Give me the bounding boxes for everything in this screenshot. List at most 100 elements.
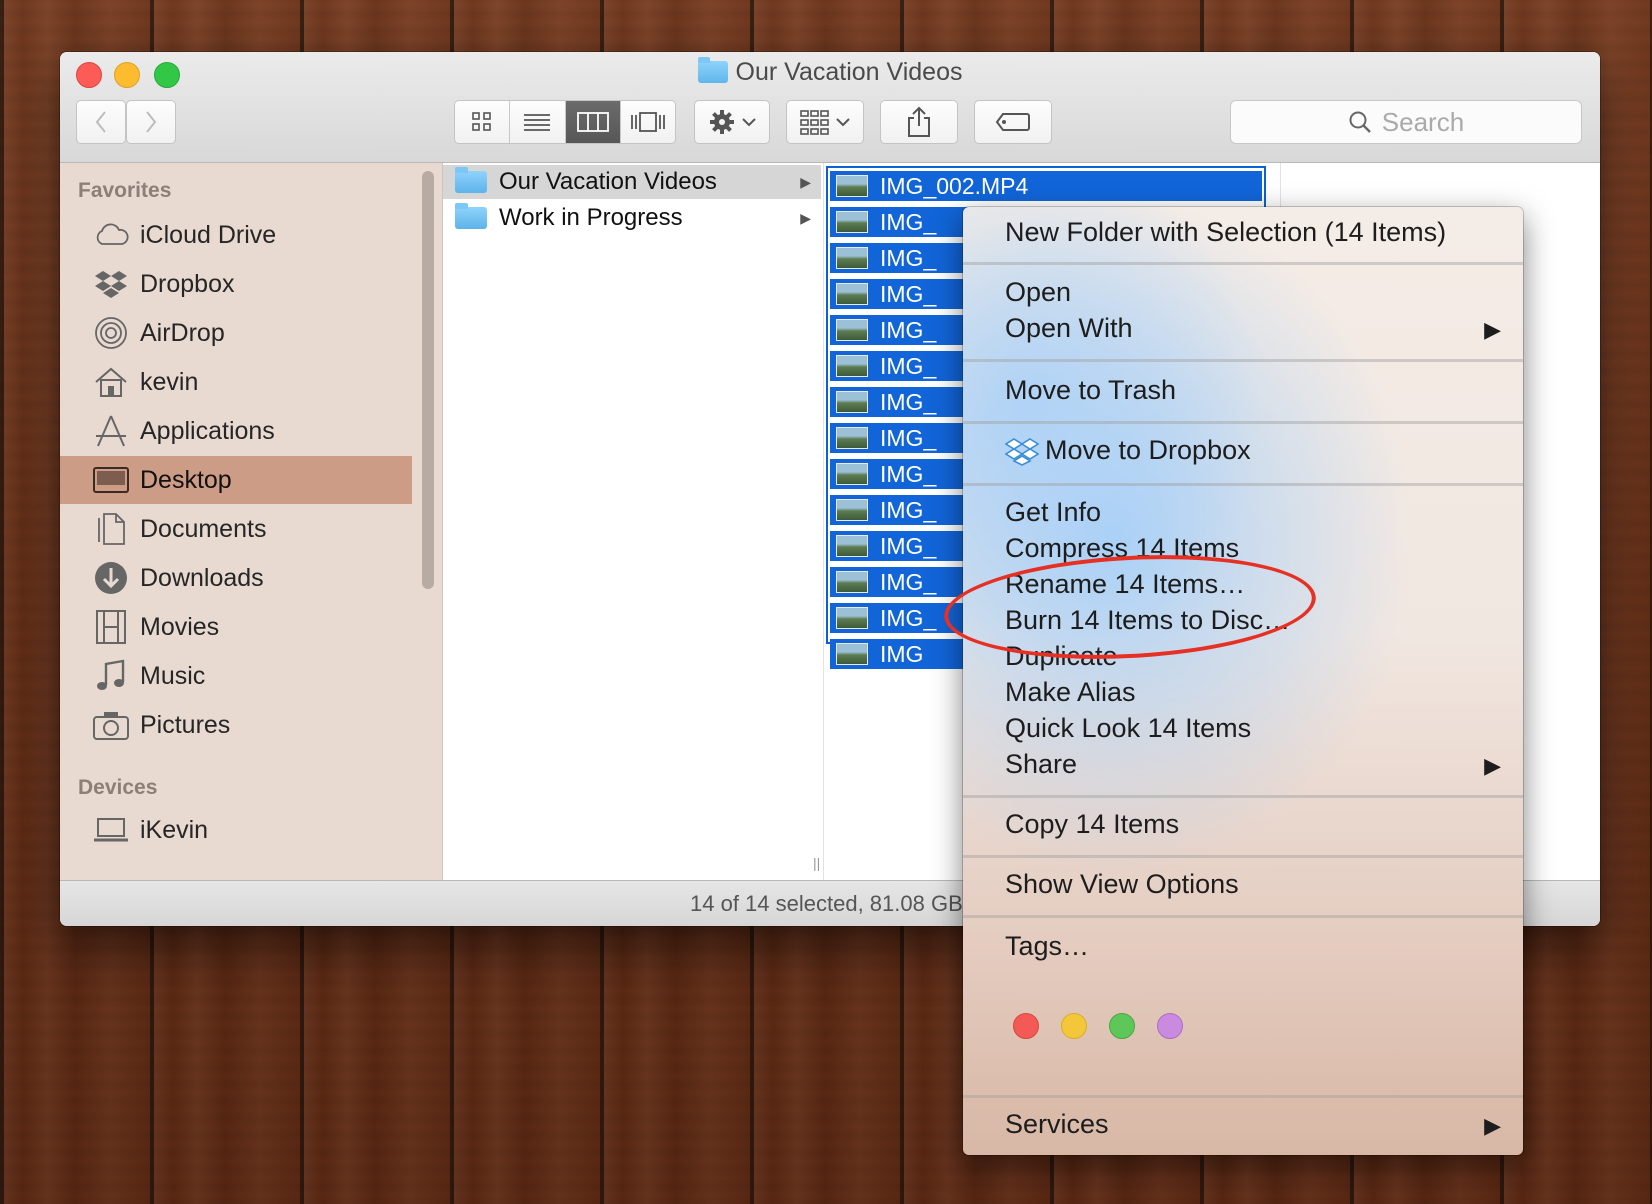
tag-green[interactable]	[1109, 1013, 1135, 1039]
column-row-label: Work in Progress	[499, 204, 683, 231]
video-thumbnail-icon	[836, 499, 868, 521]
menu-item-copy[interactable]: Copy 14 Items	[1005, 809, 1179, 840]
sidebar-item-desktop[interactable]: Desktop	[60, 456, 412, 504]
column-row-our-vacation-videos[interactable]: Our Vacation Videos ▶	[443, 165, 821, 199]
search-field[interactable]: Search	[1230, 100, 1582, 144]
file-name: IMG_	[880, 568, 937, 595]
tags-button[interactable]	[974, 100, 1052, 144]
file-name: IMG_	[880, 208, 937, 235]
sidebar-item-downloads[interactable]: Downloads	[60, 554, 412, 602]
submenu-arrow-icon: ▶	[1484, 753, 1501, 778]
action-menu-button[interactable]	[694, 100, 770, 144]
status-text: 14 of 14 selected, 81.08 GB ava	[690, 890, 1005, 916]
cover-flow-button[interactable]	[620, 101, 675, 143]
sidebar-item-airdrop[interactable]: AirDrop	[60, 309, 412, 357]
icon-view-button[interactable]	[455, 101, 511, 143]
music-icon	[92, 659, 130, 693]
sidebar-item-icloud-drive[interactable]: iCloud Drive	[60, 211, 412, 259]
favorites-header: Favorites	[78, 179, 172, 202]
chevron-down-icon	[742, 118, 756, 127]
sidebar-item-label: kevin	[140, 367, 199, 396]
menu-item-move-to-trash[interactable]: Move to Trash	[1005, 375, 1176, 406]
gear-icon	[710, 110, 734, 134]
folder-icon	[455, 167, 487, 193]
sidebar: Favorites iCloud Drive Dropbox AirDrop k…	[60, 163, 443, 881]
menu-item-make-alias[interactable]: Make Alias	[1005, 677, 1136, 708]
list-view-button[interactable]	[510, 101, 566, 143]
menu-separator	[963, 483, 1523, 486]
sidebar-item-dropbox[interactable]: Dropbox	[60, 260, 412, 308]
menu-item-services[interactable]: Services	[1005, 1109, 1109, 1140]
sidebar-item-label: Applications	[140, 416, 275, 445]
window-title-text: Our Vacation Videos	[735, 58, 963, 86]
sidebar-scrollbar[interactable]	[422, 171, 434, 589]
file-row[interactable]: IMG_002.MP4	[830, 171, 1262, 201]
file-name: IMG_	[880, 496, 937, 523]
menu-separator	[963, 1095, 1523, 1098]
toolbar: Our Vacation Videos Search	[60, 52, 1600, 163]
sidebar-item-applications[interactable]: Applications	[60, 407, 412, 455]
window-title: Our Vacation Videos	[60, 57, 1600, 87]
sidebar-item-kevin[interactable]: kevin	[60, 358, 412, 406]
disclosure-arrow-icon: ▶	[800, 209, 811, 226]
column-row-label: Our Vacation Videos	[499, 168, 717, 195]
sidebar-item-movies[interactable]: Movies	[60, 603, 412, 651]
laptop-icon	[92, 813, 130, 847]
cloud-icon	[92, 218, 130, 252]
home-icon	[92, 365, 130, 399]
sidebar-item-label: Desktop	[140, 465, 232, 494]
share-button[interactable]	[880, 100, 958, 144]
chevron-down-icon	[836, 118, 850, 127]
menu-item-get-info[interactable]: Get Info	[1005, 497, 1101, 528]
sidebar-item-label: Pictures	[140, 710, 231, 739]
column-view-button[interactable]	[565, 101, 621, 143]
video-thumbnail-icon	[836, 571, 868, 593]
back-button[interactable]	[76, 100, 126, 144]
documents-icon	[92, 512, 130, 546]
sidebar-item-documents[interactable]: Documents	[60, 505, 412, 553]
menu-item-show-view-options[interactable]: Show View Options	[1005, 869, 1239, 900]
sidebar-item-music[interactable]: Music	[60, 652, 412, 700]
column-row-work-in-progress[interactable]: Work in Progress ▶	[443, 201, 821, 235]
search-placeholder: Search	[1381, 106, 1465, 137]
chevron-left-icon	[95, 111, 106, 133]
file-name: IMG_	[880, 532, 937, 559]
submenu-arrow-icon: ▶	[1484, 1113, 1501, 1138]
video-thumbnail-icon	[836, 643, 868, 665]
menu-separator	[963, 795, 1523, 798]
folder-column: Our Vacation Videos ▶ Work in Progress ▶…	[443, 163, 824, 881]
file-name: IMG_	[880, 244, 937, 271]
tag-yellow[interactable]	[1061, 1013, 1087, 1039]
menu-item-share[interactable]: Share	[1005, 749, 1077, 780]
chevron-right-icon	[146, 111, 157, 133]
menu-item-open-with[interactable]: Open With	[1005, 313, 1133, 344]
sidebar-item-ikevin[interactable]: iKevin	[60, 806, 412, 854]
video-thumbnail-icon	[836, 535, 868, 557]
file-name: IMG_	[880, 424, 937, 451]
sidebar-item-label: iKevin	[140, 815, 209, 844]
tag-icon	[995, 113, 1030, 131]
column-resize-handle[interactable]: ||	[813, 855, 820, 871]
menu-item-move-to-dropbox[interactable]: Move to Dropbox	[1005, 435, 1251, 466]
menu-item-new-folder-with-selection[interactable]: New Folder with Selection (14 Items)	[1005, 217, 1446, 248]
disclosure-arrow-icon: ▶	[800, 173, 811, 190]
video-thumbnail-icon	[836, 355, 868, 377]
file-name: IMG_	[880, 604, 937, 631]
desktop-icon	[92, 463, 130, 497]
video-thumbnail-icon	[836, 283, 868, 305]
menu-item-tags[interactable]: Tags…	[1005, 931, 1089, 962]
tag-purple[interactable]	[1157, 1013, 1183, 1039]
tag-red[interactable]	[1013, 1013, 1039, 1039]
arrange-button[interactable]	[786, 100, 864, 144]
sidebar-item-pictures[interactable]: Pictures	[60, 701, 412, 749]
menu-item-open[interactable]: Open	[1005, 277, 1071, 308]
file-name: IMG_002.MP4	[880, 172, 1029, 199]
file-name: IMG_	[880, 460, 937, 487]
sidebar-item-label: iCloud Drive	[140, 220, 277, 249]
video-thumbnail-icon	[836, 463, 868, 485]
menu-item-quick-look[interactable]: Quick Look 14 Items	[1005, 713, 1251, 744]
applications-icon	[92, 414, 130, 448]
forward-button[interactable]	[126, 100, 176, 144]
grid-icon	[472, 112, 491, 131]
sidebar-item-label: Documents	[140, 514, 267, 543]
